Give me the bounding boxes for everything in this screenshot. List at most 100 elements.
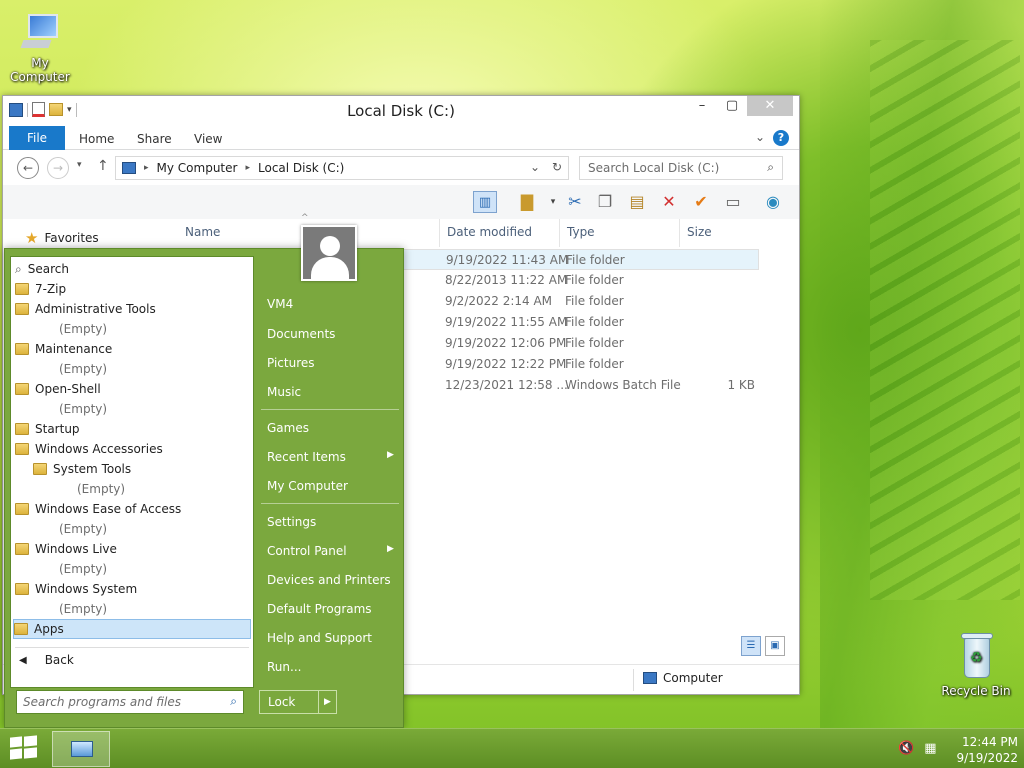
start-menu-item-default-programs[interactable]: Default Programs bbox=[267, 602, 372, 616]
start-menu-item-recent-items[interactable]: Recent Items ▶ bbox=[267, 450, 394, 464]
start-menu-item-label: Recent Items bbox=[267, 450, 346, 464]
table-row[interactable]: 8/22/2013 11:22 AM File folder bbox=[439, 270, 759, 291]
column-separator[interactable] bbox=[679, 219, 680, 247]
checkmark-icon[interactable]: ✔ bbox=[689, 191, 713, 213]
table-row[interactable]: 9/19/2022 11:43 AM File folder bbox=[399, 249, 759, 270]
clock-date: 9/19/2022 bbox=[956, 751, 1018, 765]
title-bar[interactable]: ▾ Local Disk (C:) – ▢ ✕ bbox=[3, 96, 799, 126]
column-date-modified[interactable]: Date modified bbox=[447, 225, 532, 239]
column-separator[interactable] bbox=[439, 219, 440, 247]
details-view-icon[interactable]: ☰ bbox=[741, 636, 761, 656]
cell-type: File folder bbox=[565, 357, 624, 371]
column-type[interactable]: Type bbox=[567, 225, 595, 239]
address-dropdown-chevron-icon[interactable]: ⌄ bbox=[530, 160, 540, 174]
breadcrumb-local-disk[interactable]: Local Disk (C:) bbox=[258, 161, 344, 175]
table-row[interactable]: 9/19/2022 11:55 AM File folder bbox=[439, 312, 759, 333]
tab-file[interactable]: File bbox=[9, 126, 65, 150]
search-placeholder: Search Local Disk (C:) bbox=[588, 161, 720, 175]
program-folder-item[interactable]: Windows System bbox=[15, 579, 137, 599]
maximize-button[interactable]: ▢ bbox=[717, 96, 747, 116]
volume-muted-icon[interactable]: 🔇 bbox=[898, 741, 914, 756]
back-arrow-icon: ◀ bbox=[19, 654, 27, 666]
start-menu-item-documents[interactable]: Documents bbox=[267, 327, 335, 341]
start-menu-item-control-panel[interactable]: Control Panel ▶ bbox=[267, 544, 394, 558]
program-apps-item[interactable]: Apps bbox=[13, 619, 251, 639]
start-menu-item-music[interactable]: Music bbox=[267, 385, 301, 399]
address-bar[interactable]: ▸ My Computer ▸ Local Disk (C:) ⌄ ↻ bbox=[115, 156, 569, 180]
tab-home[interactable]: Home bbox=[79, 132, 114, 146]
program-folder-item[interactable]: Administrative Tools bbox=[15, 299, 156, 319]
back-button[interactable]: ◀ Back bbox=[19, 653, 74, 667]
program-folder-item[interactable]: Open-Shell bbox=[15, 379, 101, 399]
column-name[interactable]: Name bbox=[185, 225, 220, 239]
start-menu-item-pictures[interactable]: Pictures bbox=[267, 356, 315, 370]
minimize-button[interactable]: – bbox=[687, 96, 717, 116]
close-button[interactable]: ✕ bbox=[747, 96, 793, 116]
lock-button[interactable]: Lock ▶ bbox=[259, 690, 337, 714]
nav-favorites[interactable]: ★ Favorites bbox=[25, 229, 99, 247]
search-icon[interactable]: ⌕ bbox=[767, 160, 774, 175]
breadcrumb-separator-icon[interactable]: ▸ bbox=[144, 163, 149, 173]
start-menu-item-devices-and-printers[interactable]: Devices and Printers bbox=[267, 573, 391, 587]
paste-icon[interactable]: ▤ bbox=[625, 191, 649, 213]
program-folder-item[interactable]: Maintenance bbox=[15, 339, 112, 359]
forward-arrow-icon[interactable]: → bbox=[47, 157, 69, 179]
network-icon[interactable]: ▦ bbox=[924, 741, 936, 756]
program-folder-item[interactable]: System Tools bbox=[15, 459, 131, 479]
dropdown-chevron-icon[interactable]: ▾ bbox=[541, 191, 565, 213]
desktop-icon-recycle-bin[interactable]: ♻ Recycle Bin bbox=[936, 630, 1016, 698]
desktop-icon-my-computer[interactable]: My Computer bbox=[0, 10, 80, 84]
preview-pane-icon[interactable]: ▥ bbox=[473, 191, 497, 213]
search-icon[interactable]: ⌕ bbox=[230, 694, 237, 709]
table-row[interactable]: 9/19/2022 12:22 PM File folder bbox=[439, 354, 759, 375]
shutdown-options-arrow-icon[interactable]: ▶ bbox=[318, 691, 336, 713]
back-arrow-icon[interactable]: ← bbox=[17, 157, 39, 179]
search-input[interactable]: Search Local Disk (C:) ⌕ bbox=[579, 156, 783, 180]
start-menu-item-games[interactable]: Games bbox=[267, 421, 309, 435]
cell-date: 8/22/2013 11:22 AM bbox=[445, 273, 568, 287]
rename-icon[interactable]: ▭ bbox=[721, 191, 745, 213]
program-folder-item[interactable]: Startup bbox=[15, 419, 80, 439]
column-size[interactable]: Size bbox=[687, 225, 712, 239]
desktop-icon-label: Recycle Bin bbox=[941, 684, 1011, 698]
recent-locations-chevron-icon[interactable]: ▾ bbox=[77, 160, 82, 170]
start-button[interactable] bbox=[10, 735, 38, 761]
program-empty-item: (Empty) bbox=[15, 479, 125, 499]
start-menu-item-my-computer[interactable]: My Computer bbox=[267, 479, 348, 493]
program-folder-item[interactable]: Windows Ease of Access bbox=[15, 499, 181, 519]
table-row[interactable]: 9/19/2022 12:06 PM File folder bbox=[439, 333, 759, 354]
folder-options-icon[interactable]: ▇ bbox=[515, 191, 539, 213]
cut-icon[interactable]: ✂ bbox=[563, 191, 587, 213]
search-programs-placeholder: Search programs and files bbox=[23, 695, 181, 709]
start-menu-item-help-and-support[interactable]: Help and Support bbox=[267, 631, 372, 645]
user-avatar[interactable] bbox=[301, 225, 357, 281]
tab-view[interactable]: View bbox=[194, 132, 222, 146]
taskbar-explorer-button[interactable] bbox=[52, 731, 110, 767]
expand-ribbon-chevron-icon[interactable]: ⌄ bbox=[755, 130, 765, 144]
table-row[interactable]: 12/23/2021 12:58 ... Windows Batch File … bbox=[439, 375, 759, 396]
breadcrumb-my-computer[interactable]: My Computer bbox=[157, 161, 238, 175]
program-folder-item[interactable]: 7-Zip bbox=[15, 279, 66, 299]
delete-icon[interactable]: ✕ bbox=[657, 191, 681, 213]
cell-date: 9/19/2022 11:55 AM bbox=[445, 315, 568, 329]
column-separator[interactable] bbox=[559, 219, 560, 247]
up-arrow-icon[interactable]: ↑ bbox=[97, 158, 109, 174]
network-globe-icon[interactable]: ◉ bbox=[761, 191, 785, 213]
start-menu-item-label: Music bbox=[267, 385, 302, 399]
help-icon[interactable]: ? bbox=[773, 130, 789, 146]
start-menu-item-settings[interactable]: Settings bbox=[267, 515, 316, 529]
copy-icon[interactable]: ❐ bbox=[593, 191, 617, 213]
breadcrumb-separator-icon[interactable]: ▸ bbox=[245, 163, 250, 173]
tab-share[interactable]: Share bbox=[137, 132, 172, 146]
start-menu-item-label: Documents bbox=[267, 327, 336, 341]
table-row[interactable]: 9/2/2022 2:14 AM File folder bbox=[439, 291, 759, 312]
start-menu-item-run[interactable]: Run... bbox=[267, 660, 301, 674]
program-folder-item[interactable]: Windows Live bbox=[15, 539, 117, 559]
refresh-icon[interactable]: ↻ bbox=[552, 160, 562, 174]
program-folder-item[interactable]: Windows Accessories bbox=[15, 439, 163, 459]
large-icons-view-icon[interactable]: ▣ bbox=[765, 636, 785, 656]
program-search-item[interactable]: ⌕ Search bbox=[15, 259, 69, 279]
start-menu-item-vm4[interactable]: VM4 bbox=[267, 297, 293, 311]
clock[interactable]: 12:44 PM 9/19/2022 bbox=[940, 734, 1018, 766]
search-programs-input[interactable]: Search programs and files ⌕ bbox=[16, 690, 244, 714]
